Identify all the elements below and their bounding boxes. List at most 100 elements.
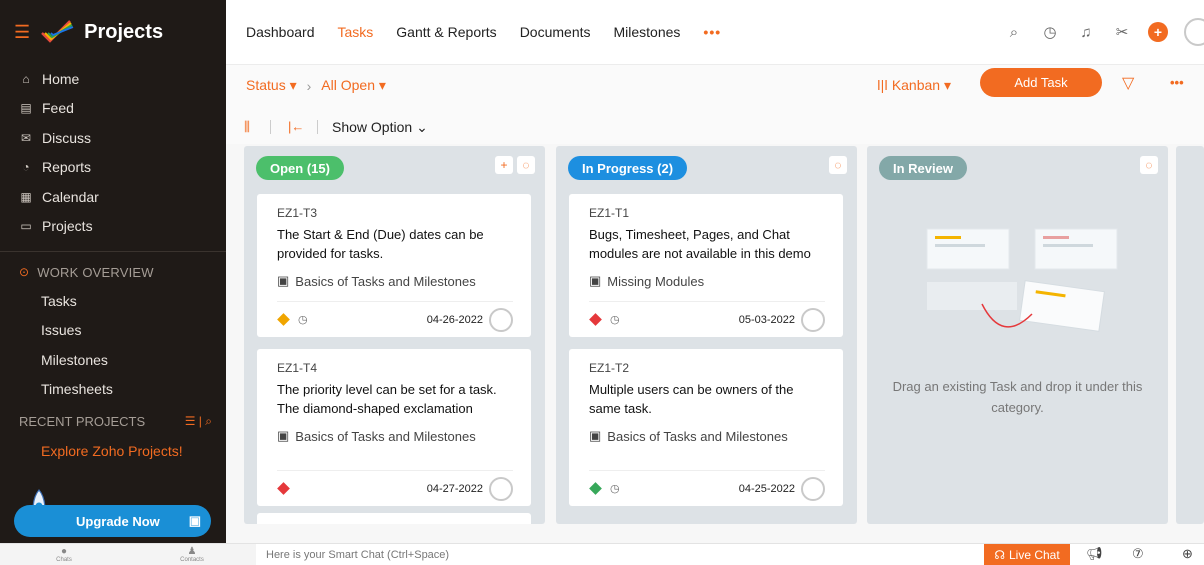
timer-icon[interactable]: ◷: [1040, 22, 1060, 42]
sidebar-item-projects[interactable]: ▭ Projects: [0, 212, 226, 242]
color-wheel-icon[interactable]: ◌: [517, 156, 535, 174]
work-overview-toggle[interactable]: ⊙ WORK OVERVIEW: [0, 258, 226, 286]
task-milestone[interactable]: ▣ Missing Modules: [589, 273, 825, 289]
sidebar-item-label: Feed: [42, 100, 74, 117]
sidebar-item-home[interactable]: ⌂ Home: [0, 64, 226, 94]
discuss-icon: ✉: [20, 130, 32, 145]
work-overview-label: WORK OVERVIEW: [37, 264, 154, 280]
tab-gantt-reports[interactable]: Gantt & Reports: [396, 24, 496, 40]
task-id[interactable]: EZ1-T4: [277, 361, 513, 375]
filter-dropdown[interactable]: All Open ▾: [321, 77, 386, 94]
add-task-icon[interactable]: +: [495, 156, 513, 174]
nav-more-icon[interactable]: •••: [703, 24, 721, 40]
task-title[interactable]: The Start & End (Due) dates can be provi…: [277, 225, 513, 263]
task-title[interactable]: Multiple users can be owners of the same…: [589, 380, 825, 418]
priority-icon[interactable]: [589, 313, 602, 326]
tab-tasks[interactable]: Tasks: [338, 24, 374, 40]
task-card[interactable]: EZ1-T3 The Start & End (Due) dates can be…: [257, 194, 531, 337]
sidebar-item-discuss[interactable]: ✉ Discuss: [0, 123, 226, 153]
sidebar-item-timesheets[interactable]: Timesheets: [0, 375, 226, 405]
sidebar-item-issues[interactable]: Issues: [0, 316, 226, 346]
task-milestone[interactable]: ▣ Basics of Tasks and Milestones: [589, 428, 825, 444]
explore-zoho-link[interactable]: Explore Zoho Projects!: [0, 436, 226, 466]
task-milestone[interactable]: ▣ Basics of Tasks and Milestones: [277, 428, 513, 444]
due-date[interactable]: 05-03-2022: [739, 314, 795, 326]
collapse-panel-icon[interactable]: ▣: [189, 513, 201, 529]
search-icon[interactable]: ⌕: [205, 414, 212, 428]
view-switcher[interactable]: ǀ|ǀ Kanban ▾: [877, 77, 951, 94]
search-icon[interactable]: ⌕: [1004, 22, 1024, 42]
filter-icon[interactable]: ▽: [1122, 73, 1134, 93]
tools-icon[interactable]: ✂: [1112, 22, 1132, 42]
contacts-tab[interactable]: ♟ Contacts: [128, 544, 256, 565]
upgrade-now-button[interactable]: Upgrade Now ▣: [14, 505, 211, 537]
owner-avatar[interactable]: [801, 476, 825, 501]
priority-icon[interactable]: [589, 482, 602, 495]
task-card[interactable]: EZ1-T4 The priority level can be set for …: [257, 349, 531, 506]
caret-down-icon: ▾: [289, 77, 297, 93]
timer-icon[interactable]: ◷: [610, 482, 620, 495]
chats-label: Chats: [56, 557, 72, 563]
add-task-button[interactable]: Add Task: [980, 68, 1102, 97]
collapse-left-icon[interactable]: |←: [288, 119, 304, 134]
hamburger-menu-icon[interactable]: ☰: [14, 22, 30, 43]
task-card[interactable]: EZ1-T2 Multiple users can be owners of th…: [569, 349, 843, 506]
priority-icon[interactable]: [277, 313, 290, 326]
top-navigation: Dashboard Tasks Gantt & Reports Documents Mi…: [226, 0, 1204, 64]
milestone-icon: ▣: [589, 428, 602, 443]
task-footer: ◷ 04-25-2022: [589, 470, 825, 506]
contacts-label: Contacts: [180, 557, 204, 563]
owner-avatar[interactable]: [489, 476, 513, 501]
more-options-icon[interactable]: •••: [1170, 75, 1184, 90]
milestone-icon: ▣: [589, 273, 602, 288]
kanban-column: In Review ◌ Drag an existing Task and drop…: [867, 146, 1168, 524]
chats-tab[interactable]: ● Chats: [0, 544, 128, 565]
smart-chat-input[interactable]: Here is your Smart Chat (Ctrl+Space): [266, 549, 449, 561]
announcement-icon[interactable]: 📢︎: [1086, 546, 1103, 562]
live-chat-button[interactable]: ☊ Live Chat: [984, 544, 1070, 565]
bottom-left-tabs: ● Chats ♟ Contacts: [0, 544, 256, 565]
task-card[interactable]: EZ1-T5: [257, 513, 531, 524]
due-date[interactable]: 04-26-2022: [427, 314, 483, 326]
task-title[interactable]: Bugs, Timesheet, Pages, and Chat modules…: [589, 225, 825, 263]
column-tools: + ◌: [495, 156, 535, 174]
settings-sliders-icon[interactable]: ☰: [185, 414, 196, 428]
user-avatar[interactable]: [1184, 18, 1204, 46]
owner-avatar[interactable]: [489, 307, 513, 332]
timer-icon[interactable]: ◷: [610, 313, 620, 326]
column-status-pill[interactable]: In Review: [879, 156, 967, 180]
task-id[interactable]: EZ1-T1: [589, 206, 825, 220]
bell-icon[interactable]: ♫: [1076, 22, 1096, 42]
chevron-right-icon: ›: [306, 77, 312, 94]
tab-milestones[interactable]: Milestones: [614, 24, 681, 40]
sidebar-item-milestones[interactable]: Milestones: [0, 345, 226, 375]
priority-icon[interactable]: [277, 482, 290, 495]
timer-icon[interactable]: ◷: [298, 313, 308, 326]
sidebar-item-tasks[interactable]: Tasks: [0, 286, 226, 316]
owner-avatar[interactable]: [801, 307, 825, 332]
color-wheel-icon[interactable]: ◌: [1140, 156, 1158, 174]
quick-add-icon[interactable]: +: [1148, 22, 1168, 42]
sidebar-item-feed[interactable]: ▤ Feed: [0, 94, 226, 124]
due-date[interactable]: 04-25-2022: [739, 483, 795, 495]
sidebar-item-reports[interactable]: ◔ Reports: [0, 153, 226, 183]
due-date[interactable]: 04-27-2022: [427, 483, 483, 495]
contact-icon: ♟: [187, 546, 197, 557]
task-milestone[interactable]: ▣ Basics of Tasks and Milestones: [277, 273, 513, 289]
zoom-icon[interactable]: ⊕: [1182, 546, 1193, 562]
status-dropdown[interactable]: Status ▾: [246, 77, 297, 94]
sidebar-item-calendar[interactable]: ▦ Calendar: [0, 182, 226, 212]
task-id[interactable]: EZ1-T2: [589, 361, 825, 375]
column-settings-icon[interactable]: ⫼: [244, 119, 250, 135]
show-option-dropdown[interactable]: Show Option ⌄: [332, 119, 428, 136]
tab-documents[interactable]: Documents: [520, 24, 591, 40]
help-icon[interactable]: ⑦: [1132, 546, 1144, 562]
tab-dashboard[interactable]: Dashboard: [246, 24, 315, 40]
column-status-pill[interactable]: Open (15): [256, 156, 344, 180]
reports-icon: ◔: [22, 160, 30, 175]
task-card[interactable]: EZ1-T1 Bugs, Timesheet, Pages, and Chat m…: [569, 194, 843, 337]
column-status-pill[interactable]: In Progress (2): [568, 156, 688, 180]
task-title[interactable]: The priority level can be set for a task…: [277, 380, 513, 418]
task-id[interactable]: EZ1-T3: [277, 206, 513, 220]
color-wheel-icon[interactable]: ◌: [829, 156, 847, 174]
